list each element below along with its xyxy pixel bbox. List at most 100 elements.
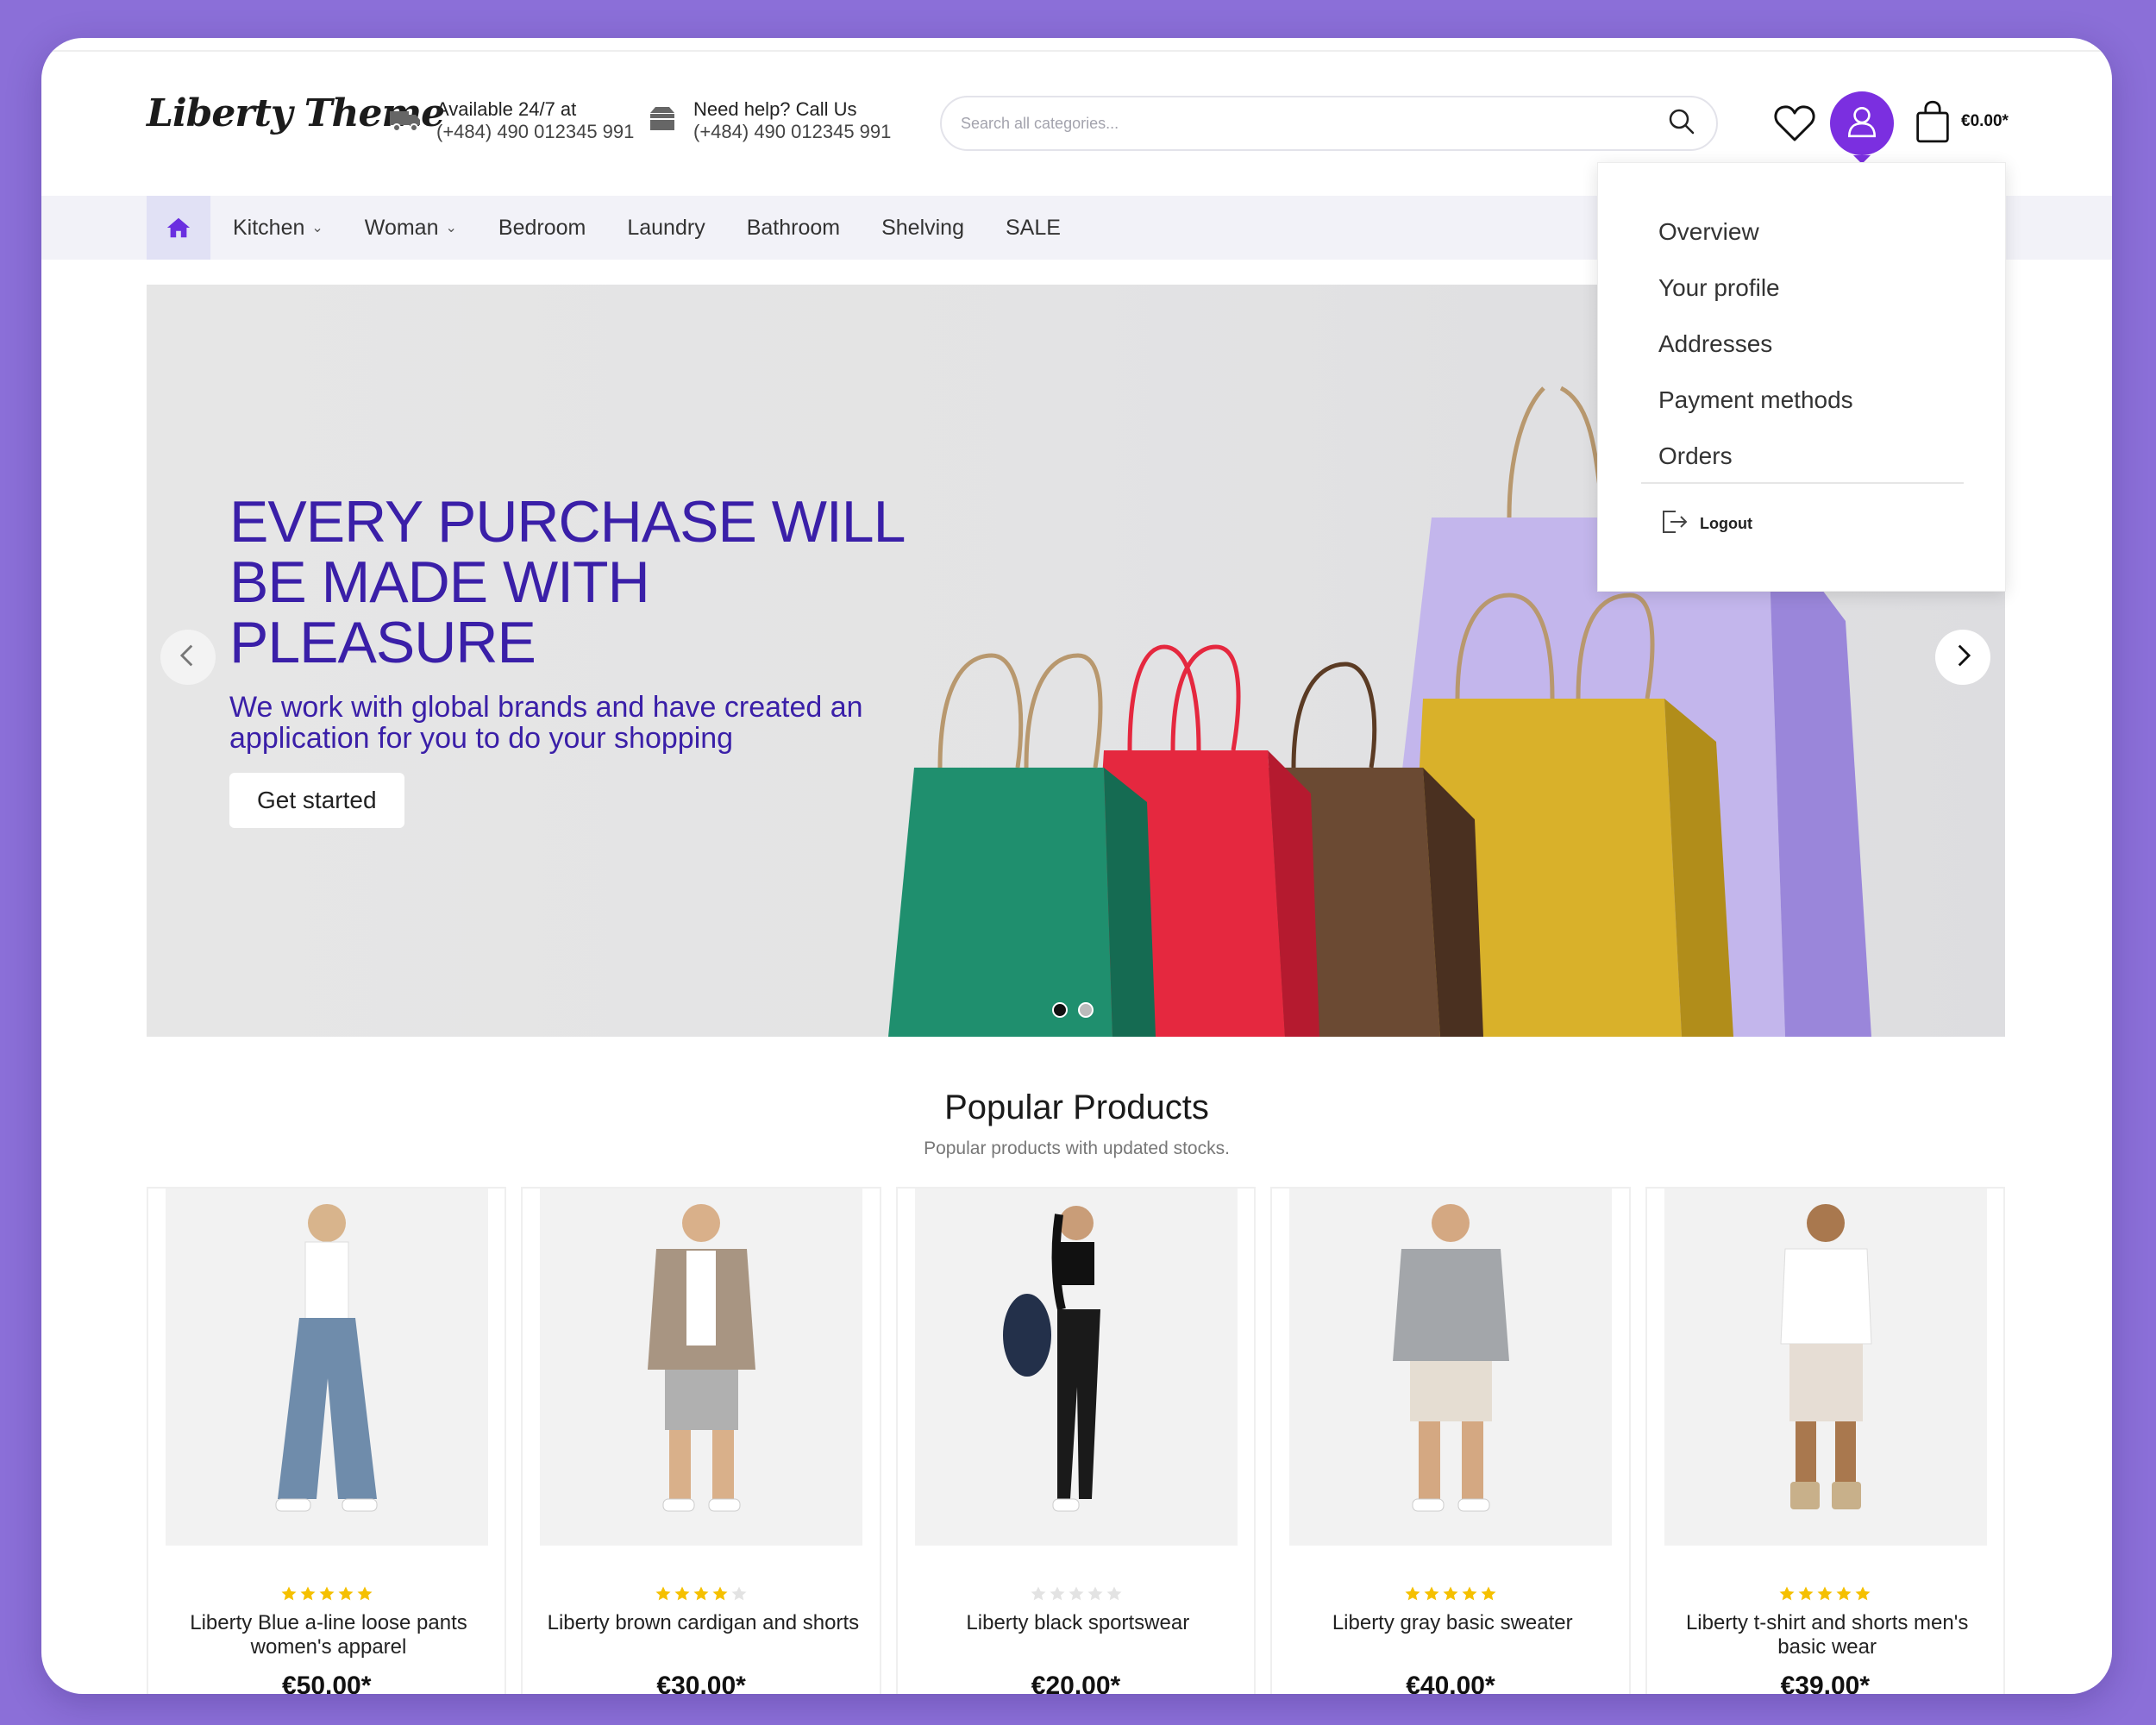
product-image[interactable] <box>1664 1189 1987 1546</box>
product-image[interactable] <box>1289 1189 1613 1546</box>
product-image[interactable] <box>540 1189 863 1546</box>
star-filled-icon <box>655 1585 672 1607</box>
home-icon[interactable] <box>147 196 210 260</box>
nav-item-shelving[interactable]: Shelving <box>881 216 964 241</box>
star-filled-icon <box>1404 1585 1421 1607</box>
account-dropdown: Overview Your profile Addresses Payment … <box>1597 162 2006 592</box>
product-card[interactable]: Liberty brown cardigan and shorts €30.00… <box>521 1187 881 1694</box>
product-price: €39.00* <box>1780 1672 1871 1694</box>
search-icon[interactable] <box>1666 106 1697 141</box>
star-empty-icon <box>1068 1585 1085 1607</box>
nav-item-laundry[interactable]: Laundry <box>627 216 705 241</box>
chevron-down-icon: ⌄ <box>445 221 457 235</box>
account-button[interactable] <box>1830 91 1894 164</box>
star-filled-icon <box>1480 1585 1497 1607</box>
product-image[interactable] <box>166 1189 488 1546</box>
star-empty-icon <box>1087 1585 1104 1607</box>
product-grid: Liberty Blue a-line loose pants women's … <box>147 1187 2006 1694</box>
star-filled-icon <box>299 1585 317 1607</box>
menu-item-orders[interactable]: Orders <box>1658 442 1733 470</box>
heart-icon[interactable] <box>1770 98 1820 148</box>
star-empty-icon <box>1049 1585 1066 1607</box>
star-filled-icon <box>1778 1585 1796 1607</box>
search-bar <box>940 96 1718 151</box>
get-started-button[interactable]: Get started <box>229 773 404 828</box>
chevron-right-icon <box>1948 641 1977 674</box>
help-info: Need help? Call Us (+484) 490 012345 991 <box>645 98 891 143</box>
menu-divider <box>1641 482 1964 484</box>
product-name[interactable]: Liberty brown cardigan and shorts <box>540 1611 866 1635</box>
hero-title: EVERY PURCHASE WILL BE MADE WITH PLEASUR… <box>229 489 904 675</box>
star-filled-icon <box>1423 1585 1440 1607</box>
product-price: €30.00* <box>656 1672 746 1694</box>
slider-dot-2[interactable] <box>1078 1002 1094 1018</box>
availability-phone[interactable]: (+484) 490 012345 991 <box>436 121 634 143</box>
nav-item-bedroom[interactable]: Bedroom <box>498 216 586 241</box>
star-filled-icon <box>1797 1585 1814 1607</box>
search-input[interactable] <box>961 114 1666 133</box>
product-name[interactable]: Liberty Blue a-line loose pants women's … <box>166 1611 492 1659</box>
rating-stars <box>523 1585 879 1607</box>
star-filled-icon <box>1835 1585 1852 1607</box>
product-card[interactable]: Liberty gray basic sweater €40.00* <box>1270 1187 1631 1694</box>
product-price: €20.00* <box>1031 1672 1121 1694</box>
product-price: €50.00* <box>281 1672 372 1694</box>
rating-stars <box>148 1585 505 1607</box>
chevron-down-icon: ⌄ <box>311 221 323 235</box>
product-image[interactable] <box>914 1189 1238 1546</box>
slider-prev-button[interactable] <box>160 630 216 685</box>
logout-label: Logout <box>1700 515 1752 532</box>
nav-item-kitchen[interactable]: Kitchen ⌄ <box>233 216 323 241</box>
star-empty-icon <box>730 1585 748 1607</box>
logout-icon <box>1658 506 1689 542</box>
bag-icon[interactable] <box>1911 97 1954 148</box>
nav-label: Bathroom <box>746 215 841 240</box>
help-label: Need help? Call Us <box>693 98 857 120</box>
product-card[interactable]: Liberty t-shirt and shorts men's basic w… <box>1645 1187 2006 1694</box>
rating-stars <box>1272 1585 1628 1607</box>
rating-stars <box>898 1585 1254 1607</box>
product-name[interactable]: Liberty black sportswear <box>915 1611 1241 1635</box>
product-name[interactable]: Liberty t-shirt and shorts men's basic w… <box>1664 1611 1990 1659</box>
nav-item-sale[interactable]: SALE <box>1006 216 1061 241</box>
star-filled-icon <box>674 1585 691 1607</box>
product-card[interactable]: Liberty Blue a-line loose pants women's … <box>147 1187 507 1694</box>
product-name[interactable]: Liberty gray basic sweater <box>1289 1611 1615 1635</box>
nav-label: SALE <box>1006 215 1061 240</box>
chevron-left-icon <box>173 641 203 674</box>
nav-label: Kitchen <box>233 215 305 240</box>
nav-label: Bedroom <box>498 215 586 240</box>
nav-label: Shelving <box>881 215 964 240</box>
slider-dots <box>1052 1002 1094 1018</box>
section-subtitle: Popular products with updated stocks. <box>924 1138 1230 1158</box>
hero-text: EVERY PURCHASE WILL BE MADE WITH PLEASUR… <box>229 492 919 828</box>
top-divider <box>41 50 2112 52</box>
star-filled-icon <box>337 1585 354 1607</box>
menu-item-your-profile[interactable]: Your profile <box>1658 274 1780 302</box>
nav-item-woman[interactable]: Woman ⌄ <box>365 216 457 241</box>
hero-subtitle: We work with global brands and have crea… <box>229 691 863 755</box>
star-filled-icon <box>1816 1585 1833 1607</box>
user-icon <box>1844 104 1880 144</box>
product-card[interactable]: Liberty black sportswear €20.00* <box>895 1187 1257 1694</box>
rating-stars <box>1647 1585 2003 1607</box>
menu-item-addresses[interactable]: Addresses <box>1658 330 1772 358</box>
star-filled-icon <box>711 1585 729 1607</box>
slider-next-button[interactable] <box>1935 630 1990 685</box>
slider-dot-1[interactable] <box>1052 1002 1068 1018</box>
help-phone[interactable]: (+484) 490 012345 991 <box>693 121 891 143</box>
browser-frame: Liberty Theme Available 24/7 at (+484) 4… <box>41 38 2112 1694</box>
truck-icon <box>388 101 423 141</box>
star-empty-icon <box>1106 1585 1123 1607</box>
availability-label: Available 24/7 at <box>436 98 577 120</box>
star-filled-icon <box>1442 1585 1459 1607</box>
logout-button[interactable]: Logout <box>1658 506 1752 542</box>
nav-item-bathroom[interactable]: Bathroom <box>747 216 840 241</box>
cart-total[interactable]: €0.00* <box>1961 112 2009 131</box>
nav-label: Laundry <box>627 215 705 240</box>
product-price: €40.00* <box>1406 1672 1495 1694</box>
menu-item-overview[interactable]: Overview <box>1658 218 1759 246</box>
star-filled-icon <box>1854 1585 1871 1607</box>
menu-item-payment-methods[interactable]: Payment methods <box>1658 386 1853 414</box>
availability-info: Available 24/7 at (+484) 490 012345 991 <box>388 98 634 143</box>
